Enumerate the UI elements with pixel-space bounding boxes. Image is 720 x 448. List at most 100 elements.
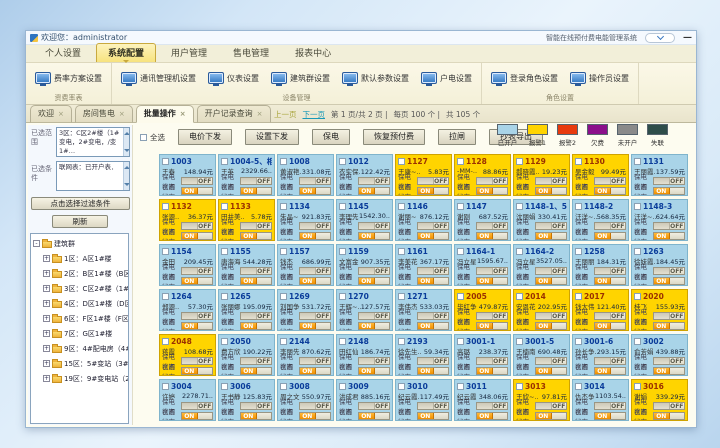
room-card-1159[interactable]: 1159文富金907.35元保电状态OFF合闸状态ON [336,244,393,286]
ribbon-button-0-0[interactable]: 费率方案设置 [30,70,107,86]
room-checkbox[interactable] [339,158,346,165]
tree-item-0[interactable]: +1区：A区1#楼 [33,251,128,266]
room-checkbox[interactable] [457,158,464,165]
menu-tab-1[interactable]: 系统配置 [96,43,156,62]
room-checkbox[interactable] [634,293,641,300]
room-checkbox[interactable] [339,248,346,255]
tree-item-4[interactable]: +6区：F区1#楼（F区1#… [33,311,128,326]
ribbon-button-1-0[interactable]: 通讯管理机设置 [116,70,201,86]
prev-page-link[interactable]: 上一页 [274,109,297,120]
room-checkbox[interactable] [221,203,228,210]
room-checkbox[interactable] [516,383,523,390]
next-page-link[interactable]: 下一页 [303,109,326,120]
room-card-3016[interactable]: 3016谢娟339.29元保电状态OFF合闸状态ON [631,379,688,421]
room-card-3001-5[interactable]: 3001-5王楠南690.48元保电状态OFF合闸状态ON [513,334,570,376]
room-card-1265[interactable]: 1265张丽娜195.09元保电状态OFF合闸状态ON [218,289,275,331]
room-card-1271[interactable]: 1271李伟杰533.03元保电状态OFF合闸状态ON [395,289,452,331]
menu-tab-4[interactable]: 报表中心 [284,44,342,62]
room-checkbox[interactable] [398,383,405,390]
room-card-1154[interactable]: 1154金田209.45元保电状态OFF合闸状态ON [159,244,216,286]
room-checkbox[interactable] [575,338,582,345]
room-card-3001-6[interactable]: 3001-6孙长争..293.15元保电状态OFF合闸状态ON [572,334,629,376]
filter-select-button[interactable]: 点击选择过滤条件 [31,197,130,210]
room-checkbox[interactable] [162,248,169,255]
room-card-2005[interactable]: 2005毕红争479.87元保电状态OFF合闸状态ON [454,289,511,331]
room-card-3006[interactable]: 3006王书静125.83元保电状态OFF合闸状态ON [218,379,275,421]
room-card-2148[interactable]: 2148田红仙186.74元保电状态OFF合闸状态ON [336,334,393,376]
room-card-1133[interactable]: 1133田井美..5.78元保电状态OFF合闸状态ON [218,199,275,241]
room-card-1157[interactable]: 1157钱杰686.99元保电状态OFF合闸状态ON [277,244,334,286]
room-card-1004-5、相一[interactable]: 1004-5、相一王英2329.66..保电状态OFF合闸状态ON [218,154,275,196]
room-card-1128[interactable]: 1128-MM-..88.86元保电状态OFF合闸状态ON [454,154,511,196]
room-checkbox[interactable] [575,383,582,390]
room-checkbox[interactable] [280,248,287,255]
room-checkbox[interactable] [398,293,405,300]
room-card-1161[interactable]: 1161李美花367.17元保电状态OFF合闸状态ON [395,244,452,286]
room-card-3009[interactable]: 3009洪成君885.16元保电状态OFF合闸状态ON [336,379,393,421]
tree-item-2[interactable]: +3区：C区2#楼（1#变… [33,281,128,296]
expand-icon[interactable]: + [43,270,50,277]
room-card-1269[interactable]: 1269刘国争531.72元保电状态OFF合闸状态ON [277,289,334,331]
expand-icon[interactable]: + [43,330,50,337]
menu-tab-0[interactable]: 个人设置 [34,44,92,62]
room-card-1164-1[interactable]: 1164-1冯立星..1595.67..保电状态OFF合闸状态ON [454,244,511,286]
room-card-2020[interactable]: 2020桂飞155.93元保电状态OFF合闸状态ON [631,289,688,331]
expand-icon[interactable]: + [43,255,50,262]
room-card-3008[interactable]: 3008周之文550.97元保电状态OFF合闸状态ON [277,379,334,421]
close-tab-icon[interactable]: × [180,110,186,118]
room-card-1148-2[interactable]: 1148-2汪洋~..568.35元保电状态OFF合闸状态ON [572,199,629,241]
room-checkbox[interactable] [221,338,228,345]
minimize-button[interactable]: — [683,34,692,42]
room-card-3014[interactable]: 3014仇杰争1103.54..保电状态OFF合闸状态ON [572,379,629,421]
room-checkbox[interactable] [457,293,464,300]
room-checkbox[interactable] [280,383,287,390]
room-checkbox[interactable] [339,338,346,345]
room-checkbox[interactable] [162,158,169,165]
menu-tab-3[interactable]: 售电管理 [222,44,280,62]
room-card-1263[interactable]: 1263徐妹霞..184.45元保电状态OFF合闸状态ON [631,244,688,286]
doc-tab-1[interactable]: 房间售电× [75,105,133,123]
room-checkbox[interactable] [398,158,405,165]
toolbar-button-2[interactable]: 保电 [312,129,350,145]
tree-item-7[interactable]: +15区：5#变站（3#变… [33,356,128,371]
room-card-1130[interactable]: 1130吴金毅99.49元保电状态OFF合闸状态ON [572,154,629,196]
room-checkbox[interactable] [339,293,346,300]
selected-condition-box[interactable]: 联网表：已开户表． [56,161,130,191]
room-card-3013[interactable]: 3013王欣~..97.81元保电状态OFF合闸状态ON [513,379,570,421]
room-checkbox[interactable] [457,338,464,345]
room-checkbox[interactable] [339,383,346,390]
scrollbar[interactable] [123,162,129,190]
room-checkbox[interactable] [398,338,405,345]
room-checkbox[interactable] [280,293,287,300]
close-tab-icon[interactable]: × [119,110,125,118]
toolbar-button-4[interactable]: 拉闸 [438,129,476,145]
doc-tab-0[interactable]: 欢迎× [30,105,72,123]
ribbon-button-2-0[interactable]: 登录角色设置 [486,70,563,86]
expand-icon[interactable]: + [43,315,50,322]
room-checkbox[interactable] [162,383,169,390]
refresh-button[interactable]: 刷新 [52,215,108,228]
room-checkbox[interactable] [634,338,641,345]
tree-item-6[interactable]: +9区：4#配电房（4#配… [33,341,128,356]
expand-icon[interactable]: + [43,345,50,352]
room-checkbox[interactable] [634,248,641,255]
room-checkbox[interactable] [516,203,523,210]
room-checkbox[interactable] [221,383,228,390]
room-checkbox[interactable] [457,383,464,390]
expand-icon[interactable]: - [33,240,40,247]
room-card-1131[interactable]: 1131王丽霞..137.59元保电状态OFF合闸状态ON [631,154,688,196]
room-card-1264[interactable]: 1264郑源..57.30元保电状态OFF合闸状态ON [159,289,216,331]
room-checkbox[interactable] [221,248,228,255]
room-card-3002[interactable]: 3002俞芳娟439.88元保电状态OFF合闸状态ON [631,334,688,376]
room-checkbox[interactable] [575,203,582,210]
select-all-checkbox[interactable] [140,134,147,141]
expand-icon[interactable]: + [43,300,50,307]
room-checkbox[interactable] [162,338,169,345]
menu-tab-2[interactable]: 用户管理 [160,44,218,62]
room-checkbox[interactable] [457,203,464,210]
toolbar-button-1[interactable]: 设置下发 [245,129,299,145]
room-checkbox[interactable] [162,203,169,210]
room-card-3010[interactable]: 3010纪云霞..117.49元保电状态OFF合闸状态ON [395,379,452,421]
room-checkbox[interactable] [339,203,346,210]
select-all[interactable]: 全选 [140,132,165,143]
